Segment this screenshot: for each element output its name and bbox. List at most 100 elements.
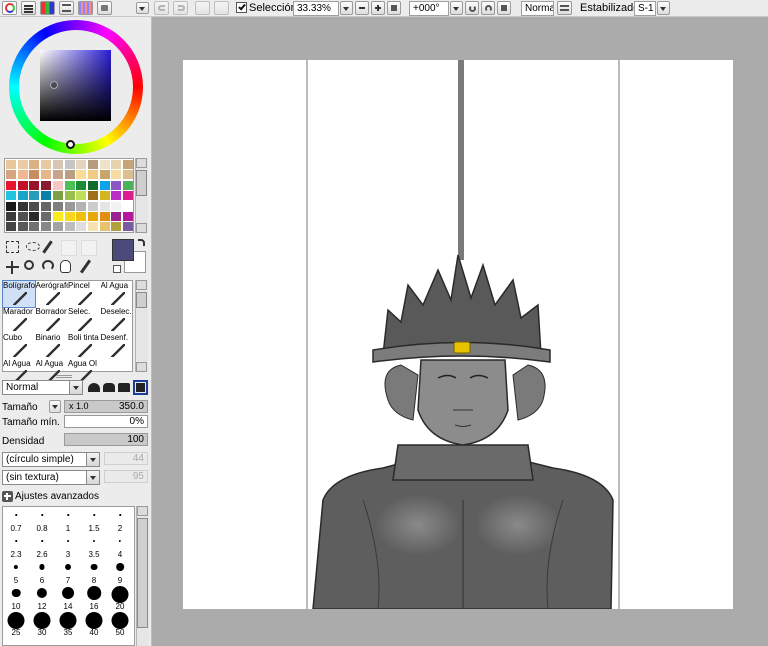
- tool-marador[interactable]: Marador: [3, 307, 35, 333]
- texture-strength-slider[interactable]: 95: [104, 470, 148, 483]
- palette-swatch[interactable]: [76, 191, 87, 201]
- palette-swatch[interactable]: [6, 191, 16, 201]
- stabilizer-dropdown-button[interactable]: [657, 1, 670, 15]
- palette-swatch[interactable]: [17, 160, 28, 169]
- shape-flat-icon[interactable]: [88, 383, 100, 392]
- palette-swatch[interactable]: [87, 201, 98, 211]
- rotation-field[interactable]: +000°: [409, 1, 449, 16]
- rotate-left-button[interactable]: [465, 1, 479, 15]
- rotate-tool-icon[interactable]: [42, 260, 54, 271]
- brush-size-cell[interactable]: 2: [107, 507, 133, 533]
- color-wheel-tab-icon[interactable]: [2, 1, 17, 15]
- palette-swatch[interactable]: [99, 160, 110, 169]
- palette-swatch[interactable]: [6, 160, 16, 169]
- magic-wand-icon[interactable]: [42, 240, 53, 254]
- lasso-select-icon[interactable]: [26, 242, 40, 251]
- rotate-right-button[interactable]: [481, 1, 495, 15]
- zoom-reset-button[interactable]: [387, 1, 401, 15]
- palette-swatch[interactable]: [17, 170, 28, 180]
- zoom-dropdown-button[interactable]: [340, 1, 353, 15]
- palette-swatch[interactable]: [64, 191, 75, 201]
- palette-swatch[interactable]: [64, 180, 75, 190]
- palette-swatch[interactable]: [17, 212, 28, 221]
- palette-swatch[interactable]: [29, 191, 40, 201]
- palette-swatch[interactable]: [111, 170, 122, 180]
- palette-swatch[interactable]: [76, 180, 87, 190]
- brush-size-cell[interactable]: 3: [55, 533, 81, 559]
- tool-borrador[interactable]: Borrador: [36, 307, 68, 333]
- palette-swatch[interactable]: [41, 170, 52, 180]
- tool-binario[interactable]: Binario: [36, 333, 68, 359]
- palette-swatch[interactable]: [64, 160, 75, 169]
- tool-selec-[interactable]: Selec.: [68, 307, 100, 333]
- palette-swatch[interactable]: [29, 222, 40, 232]
- panel-splitter[interactable]: [56, 375, 72, 378]
- stabilizer-field[interactable]: S-1: [634, 1, 656, 16]
- palette-swatch[interactable]: [29, 180, 40, 190]
- palette-swatch[interactable]: [52, 201, 63, 211]
- palette-swatch[interactable]: [6, 222, 16, 232]
- palette-swatch[interactable]: [99, 191, 110, 201]
- tool-bol-grafo[interactable]: Bolígrafo: [2, 280, 36, 308]
- brush-size-cell[interactable]: 10: [3, 585, 29, 611]
- eyedropper-icon[interactable]: [79, 259, 92, 274]
- palette-swatch[interactable]: [52, 191, 63, 201]
- palette-swatch[interactable]: [29, 212, 40, 221]
- brush-blend-dropdown[interactable]: Normal: [2, 380, 83, 395]
- zoom-out-button[interactable]: [355, 1, 369, 15]
- palette-swatch[interactable]: [6, 170, 16, 180]
- redo-button-icon[interactable]: [173, 1, 188, 15]
- brush-size-cell[interactable]: 0.8: [29, 507, 55, 533]
- palette-swatch[interactable]: [29, 160, 40, 169]
- tool-pincel[interactable]: Pincel: [68, 281, 100, 307]
- palette-swatch[interactable]: [41, 191, 52, 201]
- view-blend-field[interactable]: Normal: [521, 1, 554, 16]
- palette-swatch[interactable]: [64, 222, 75, 232]
- palette-swatch[interactable]: [123, 180, 133, 190]
- tool-al-agua[interactable]: Al Agua: [101, 281, 133, 307]
- reset-colors-icon[interactable]: [113, 265, 121, 273]
- brush-size-cell[interactable]: 2.6: [29, 533, 55, 559]
- brush-size-cell[interactable]: 1.5: [81, 507, 107, 533]
- palette-swatch[interactable]: [6, 201, 16, 211]
- tool-grid-scrollbar[interactable]: [135, 280, 148, 372]
- brush-size-cell[interactable]: 8: [81, 559, 107, 585]
- swatch-list-tab-icon[interactable]: [59, 1, 74, 15]
- brush-size-cell[interactable]: 25: [3, 611, 29, 637]
- tool-boli-tinta[interactable]: Boli tinta: [68, 333, 100, 359]
- palette-swatch[interactable]: [111, 212, 122, 221]
- tool-cubo[interactable]: Cubo: [3, 333, 35, 359]
- brush-texture-dropdown[interactable]: (sin textura): [2, 470, 100, 485]
- palette-swatch[interactable]: [99, 180, 110, 190]
- transparent-color-button-2[interactable]: [81, 240, 97, 256]
- brush-size-scrollbar[interactable]: [136, 506, 149, 646]
- palette-swatch[interactable]: [87, 212, 98, 221]
- canvas-area[interactable]: [152, 17, 768, 646]
- brush-size-cell[interactable]: 1: [55, 507, 81, 533]
- palette-swatch[interactable]: [6, 180, 16, 190]
- tool-deselec-[interactable]: Deselec.: [101, 307, 133, 333]
- palette-swatch[interactable]: [87, 191, 98, 201]
- flip-view-button-icon[interactable]: [557, 1, 572, 15]
- palette-swatch[interactable]: [111, 201, 122, 211]
- palette-swatch[interactable]: [76, 212, 87, 221]
- swap-colors-icon[interactable]: [138, 239, 145, 246]
- brush-size-cell[interactable]: 16: [81, 585, 107, 611]
- brush-size-cell[interactable]: 35: [55, 611, 81, 637]
- palette-swatch[interactable]: [87, 170, 98, 180]
- palette-swatch[interactable]: [52, 180, 63, 190]
- tool-aer-grafo[interactable]: Aerógrafo: [36, 281, 68, 307]
- color-mix-tab-icon[interactable]: [78, 1, 93, 15]
- advanced-settings-label[interactable]: Ajustes avanzados: [15, 491, 99, 502]
- palette-swatch[interactable]: [52, 222, 63, 232]
- brush-shape-dropdown[interactable]: (círculo simple): [2, 452, 100, 467]
- palette-swatch[interactable]: [64, 170, 75, 180]
- primary-color-swatch[interactable]: [112, 239, 134, 261]
- palette-swatch[interactable]: [17, 222, 28, 232]
- brush-size-cell[interactable]: 5: [3, 559, 29, 585]
- zoom-tool-icon[interactable]: [24, 260, 34, 270]
- undo-button-icon[interactable]: [154, 1, 169, 15]
- palette-swatch[interactable]: [87, 222, 98, 232]
- palette-swatch[interactable]: [29, 170, 40, 180]
- move-tool-icon[interactable]: [6, 261, 19, 274]
